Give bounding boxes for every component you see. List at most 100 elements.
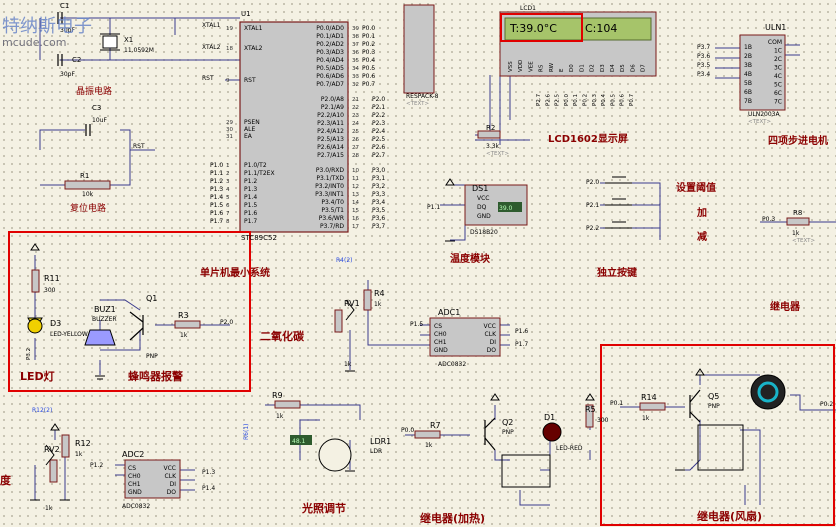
mcu-pin-name: P1.7 [244,218,257,225]
r7-ref: R7 [430,421,441,430]
ds1-reading: 39.0 [499,205,513,212]
r1-ref: R1 [80,172,89,180]
crystal-x1 [102,35,118,49]
mcu-pin-name: P1.6 [244,210,257,217]
net-p1: P1.6 [210,210,223,217]
mcu-pin-name: P0.5/AD5 [316,65,344,72]
respack-text: <TEXT> [406,101,429,107]
r1-val: 10k [82,191,94,198]
d3-ref: D3 [50,319,61,328]
lcd-pin-label: D4 [610,64,616,72]
mcu-pin-num: 5 [226,195,230,201]
r5-ref: R5 [585,405,596,414]
transistors [129,311,701,451]
buz-net: P2.0 [220,319,233,326]
uln-ref: ULN1 [765,23,786,32]
push-buttons[interactable] [605,176,632,229]
net-p0: P0.1 [362,33,375,40]
schematic-svg[interactable]: U1STC89C52XTAL119XTAL218RST9PSEN29ALE30E… [0,0,836,527]
net-p1: P1.5 [210,202,223,209]
lcd-line1-right: C:104 [585,22,617,35]
key-net: P2.0 [586,179,599,186]
heat-caption: 继电器(加热) [420,511,485,525]
mcu-pin-num: 9 [226,78,230,84]
adc2-part: ADC0832 [122,503,150,510]
mcu-pin-num: 6 [226,203,230,209]
mcu-pin-name: P2.2/A10 [317,112,344,119]
schematic-canvas[interactable]: U1 STC89C52 XTAL1 19 XTAL2 18 RST 9 PSEN 29 ALE 30 E… [0,0,836,527]
mcu-pin-name: P2.5/A13 [317,136,344,143]
rv2-val: 1k [45,505,53,512]
lcd-pin-label: D3 [600,64,606,72]
mcu-pin-name: P2.0/A8 [321,96,344,103]
mcu-pin-name: P0.6/AD6 [316,73,344,80]
net-p3: P3.2 [372,183,385,190]
d1-part: LED-RED [556,445,583,452]
c3-val: 10uF [92,117,107,124]
buzzer-caption: 蜂鸣器报警 [128,369,183,383]
watermark-title: 特纳斯电子 [2,16,92,37]
r4-val: 1k [374,301,382,308]
r8-caption: 继电器 [770,300,801,313]
rv1-ref: RV1 [344,299,360,308]
net-p3: P3.0 [372,167,385,174]
c2-val: 30pF [60,71,75,78]
mcu-pin-name: P2.7/A15 [317,152,344,159]
mcu-caption: 单片机最小系统 [200,266,270,279]
mcu-pin-num: 38 [352,34,359,40]
mcu-pin-num: 31 [226,134,233,140]
net-p1: P1.0 [210,162,223,169]
r8-ref: R8 [793,209,802,217]
fan-out-net: P0.2 [820,401,833,408]
r9-val: 1k [276,413,284,420]
buz-ref: BUZ1 [94,305,116,314]
adc1-part: ADC0832 [438,361,466,368]
adc1-pin-right: DO [487,347,497,354]
r9-net: R6(1) [243,424,250,441]
mcu-pin-num: 22 [352,105,359,111]
r2-ref: R2 [486,124,495,132]
mcu-pin-name: PSEN [244,119,260,126]
ds1-pin: DQ [477,204,487,211]
net-p1: P1.4 [210,194,223,201]
mcu-pin-num: 10 [352,168,359,174]
mcu-pin-name: P3.6/WR [319,215,344,222]
mcu-part: STC89C52 [241,234,277,242]
lcd-net-label: P0.3 [592,93,598,106]
mcu-pin-num: 12 [352,184,359,190]
net-p2: P2.1 [372,104,385,111]
net-p1: P1.3 [210,186,223,193]
uln-out: 4C [774,73,782,80]
q5-part: PNP [708,403,720,410]
mcu-ref: U1 [241,10,251,18]
key-label-up: 加 [696,206,707,219]
net-p3: P3.1 [372,175,385,182]
mcu-pin-name: P3.3/INT1 [315,191,344,198]
r14-ref: R14 [641,393,657,402]
net-p2: P2.0 [372,96,385,103]
c3-ref: C3 [92,104,101,112]
x1-ref: X1 [124,36,133,44]
mcu-pin-num: 2 [226,171,230,177]
uln-caption: 四项步进电机 [768,134,828,147]
c2-ref: C2 [72,56,81,64]
r4-net: R4(2) [336,257,353,264]
lcd-pin-label: D7 [641,64,647,72]
fan-caption: 继电器(风扇) [697,509,762,523]
lcd-pin-label: D1 [579,64,585,72]
adc1-pin-right: VCC [484,323,496,330]
uln-pin: 2B [744,53,752,60]
net-p2: P2.2 [372,112,385,119]
mcu-pin-num: 34 [352,66,359,72]
mcu-pin-name: P3.7/RD [320,223,344,230]
x1-val: 11.0592M [124,47,154,54]
net-p1: P1.7 [210,218,223,225]
lcd-net-label: P0.6 [620,93,626,106]
mcu-pin-name: XTAL2 [244,45,263,52]
led-d3-bulb [27,318,43,334]
adc1-ref: ADC1 [438,308,460,317]
heat-net: P0.0 [401,427,414,434]
uln-part: ULN2003A [748,111,780,118]
net-p0: P0.6 [362,73,375,80]
net-rst: RST [133,143,145,150]
